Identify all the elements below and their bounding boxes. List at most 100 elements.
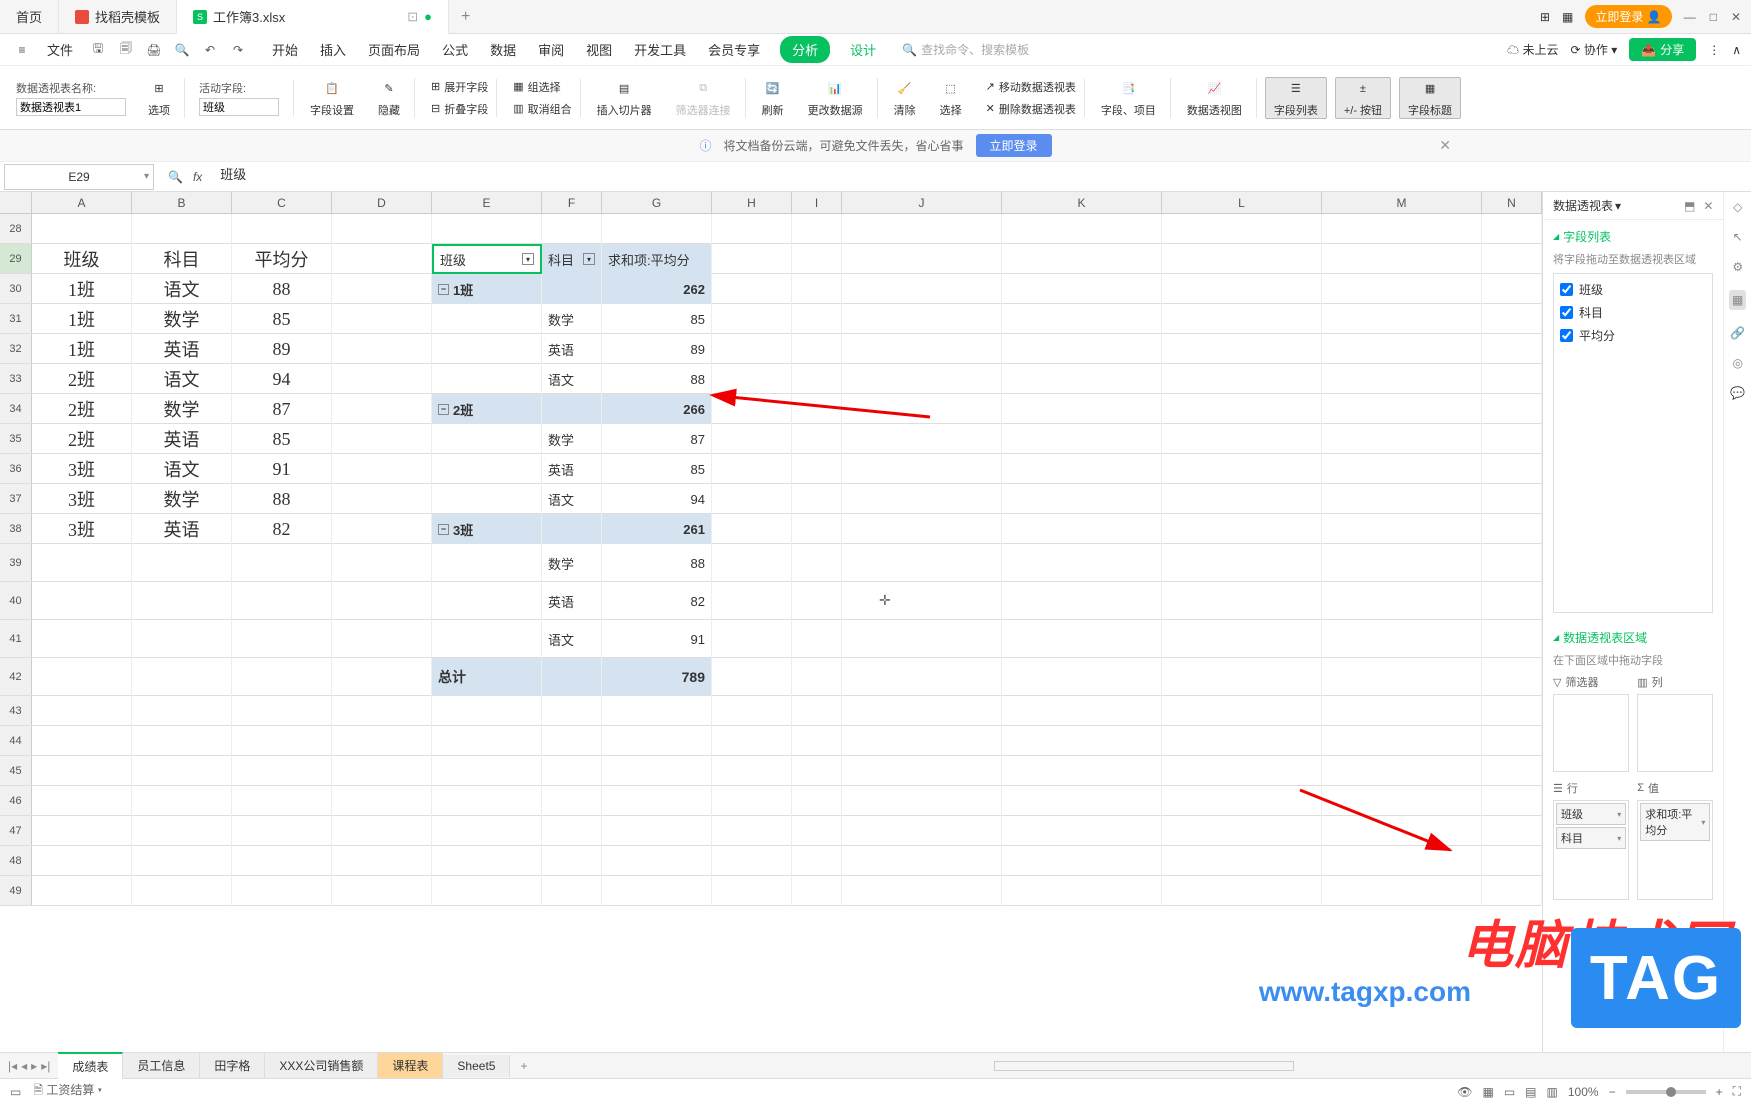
cell-F29[interactable]: 科目▾ <box>542 244 602 274</box>
cell-B47[interactable] <box>132 816 232 846</box>
cell-C46[interactable] <box>232 786 332 816</box>
select-all-corner[interactable] <box>0 192 32 213</box>
cell-G46[interactable] <box>602 786 712 816</box>
cell-J43[interactable] <box>842 696 1002 726</box>
cell-M29[interactable] <box>1322 244 1482 274</box>
cell-B40[interactable] <box>132 582 232 620</box>
cell-C42[interactable] <box>232 658 332 696</box>
cell-C38[interactable]: 82 <box>232 514 332 544</box>
menu-tab-analysis[interactable]: 分析 <box>780 36 830 63</box>
field-subject-check[interactable] <box>1560 306 1573 319</box>
cell-B45[interactable] <box>132 756 232 786</box>
sheet-tab-4[interactable]: 课程表 <box>378 1053 443 1078</box>
grid-icon[interactable]: ▦ <box>1562 10 1573 24</box>
insert-slicer-button[interactable]: ▤ 插入切片器 <box>589 78 660 118</box>
cell-G42[interactable]: 789 <box>602 658 712 696</box>
cell-G36[interactable]: 85 <box>602 454 712 484</box>
cell-N29[interactable] <box>1482 244 1542 274</box>
view-normal-icon[interactable]: ▭ <box>1504 1085 1515 1099</box>
side-pivot-icon[interactable]: ▦ <box>1729 290 1746 310</box>
cell-A38[interactable]: 3班 <box>32 514 132 544</box>
cell-F28[interactable] <box>542 214 602 244</box>
cell-B46[interactable] <box>132 786 232 816</box>
cell-H29[interactable] <box>712 244 792 274</box>
tab-home[interactable]: 首页 <box>0 0 59 34</box>
filter-dropzone[interactable] <box>1553 694 1629 772</box>
cell-M35[interactable] <box>1322 424 1482 454</box>
pivot-name-input[interactable] <box>16 98 126 116</box>
view-page-icon[interactable]: ▤ <box>1525 1085 1536 1099</box>
cell-K41[interactable] <box>1002 620 1162 658</box>
cell-J37[interactable] <box>842 484 1002 514</box>
cell-I34[interactable] <box>792 394 842 424</box>
cell-A39[interactable] <box>32 544 132 582</box>
cell-N36[interactable] <box>1482 454 1542 484</box>
login-button[interactable]: 立即登录 👤 <box>1585 5 1671 28</box>
cell-J34[interactable] <box>842 394 1002 424</box>
cell-B28[interactable] <box>132 214 232 244</box>
cell-K49[interactable] <box>1002 876 1162 906</box>
row-header-42[interactable]: 42 <box>0 658 32 695</box>
clear-button[interactable]: 🧹 清除 <box>886 78 924 118</box>
cell-G34[interactable]: 266 <box>602 394 712 424</box>
cell-F39[interactable]: 数学 <box>542 544 602 582</box>
collab-button[interactable]: ⟳ 协作 ▾ <box>1570 41 1617 58</box>
row-header-32[interactable]: 32 <box>0 334 32 363</box>
save-as-icon[interactable]: 🗐 <box>114 38 138 62</box>
cell-M40[interactable] <box>1322 582 1482 620</box>
cell-I46[interactable] <box>792 786 842 816</box>
field-headers-button[interactable]: ▦ 字段标题 <box>1399 77 1461 119</box>
side-settings-icon[interactable]: ⚙ <box>1732 260 1743 274</box>
cell-M46[interactable] <box>1322 786 1482 816</box>
cell-D33[interactable] <box>332 364 432 394</box>
cell-L39[interactable] <box>1162 544 1322 582</box>
hamburger-icon[interactable]: ≡ <box>10 38 34 62</box>
minimize-icon[interactable]: — <box>1684 10 1696 24</box>
cell-G38[interactable]: 261 <box>602 514 712 544</box>
row-header-29[interactable]: 29 <box>0 244 32 273</box>
cell-G33[interactable]: 88 <box>602 364 712 394</box>
cell-N44[interactable] <box>1482 726 1542 756</box>
col-header-C[interactable]: C <box>232 192 332 213</box>
cell-E38[interactable]: −3班 <box>432 514 542 544</box>
cell-F42[interactable] <box>542 658 602 696</box>
cell-N31[interactable] <box>1482 304 1542 334</box>
panel-pin-icon[interactable]: ⬒ <box>1684 199 1695 213</box>
cell-H47[interactable] <box>712 816 792 846</box>
row-header-37[interactable]: 37 <box>0 484 32 513</box>
menu-tab-start[interactable]: 开始 <box>270 36 300 63</box>
cell-K47[interactable] <box>1002 816 1162 846</box>
tab-add[interactable]: + <box>449 8 482 26</box>
h-scrollbar[interactable] <box>994 1061 1294 1071</box>
cell-M44[interactable] <box>1322 726 1482 756</box>
row-header-45[interactable]: 45 <box>0 756 32 785</box>
menu-tab-insert[interactable]: 插入 <box>318 36 348 63</box>
cell-B33[interactable]: 语文 <box>132 364 232 394</box>
cell-A43[interactable] <box>32 696 132 726</box>
row-header-31[interactable]: 31 <box>0 304 32 333</box>
cell-H30[interactable] <box>712 274 792 304</box>
cell-C37[interactable]: 88 <box>232 484 332 514</box>
cell-K29[interactable] <box>1002 244 1162 274</box>
row-header-33[interactable]: 33 <box>0 364 32 393</box>
row-header-43[interactable]: 43 <box>0 696 32 725</box>
cell-N41[interactable] <box>1482 620 1542 658</box>
row-header-40[interactable]: 40 <box>0 582 32 619</box>
cell-E49[interactable] <box>432 876 542 906</box>
cell-A46[interactable] <box>32 786 132 816</box>
status-sheet-icon[interactable]: 🗎 工资结算 ▾ <box>33 1081 102 1102</box>
cell-I32[interactable] <box>792 334 842 364</box>
cell-D35[interactable] <box>332 424 432 454</box>
cell-F36[interactable]: 英语 <box>542 454 602 484</box>
cell-B39[interactable] <box>132 544 232 582</box>
cell-J45[interactable] <box>842 756 1002 786</box>
value-chip-sum[interactable]: 求和项:平均分 <box>1640 803 1710 841</box>
menu-tab-data[interactable]: 数据 <box>488 36 518 63</box>
hide-button[interactable]: ✎ 隐藏 <box>370 78 415 118</box>
cell-E36[interactable] <box>432 454 542 484</box>
cell-A40[interactable] <box>32 582 132 620</box>
row-header-44[interactable]: 44 <box>0 726 32 755</box>
view-break-icon[interactable]: ▥ <box>1547 1085 1558 1099</box>
row-header-35[interactable]: 35 <box>0 424 32 453</box>
cell-M47[interactable] <box>1322 816 1482 846</box>
